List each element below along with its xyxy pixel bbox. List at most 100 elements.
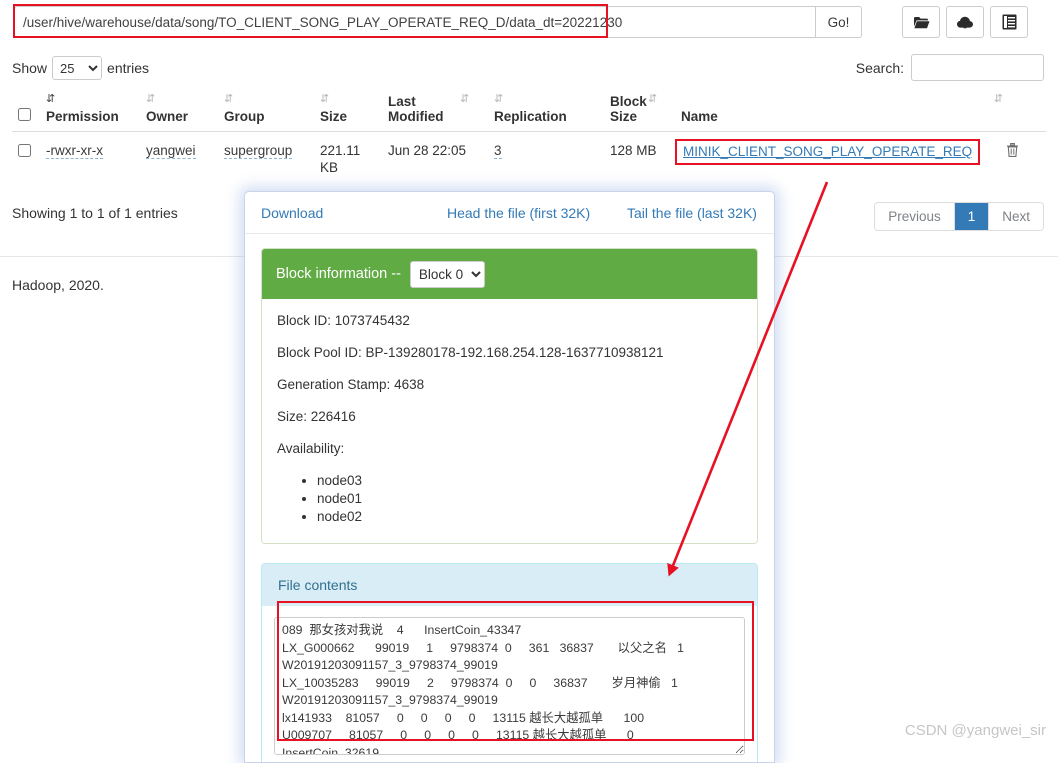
file-contents-title: File contents	[278, 577, 358, 593]
size-value: 221.11 KB	[320, 143, 361, 175]
path-bar: Go!	[14, 6, 1044, 38]
sort-icon-last-modified[interactable]: ⇵	[460, 92, 469, 107]
sort-icon-size[interactable]: ⇵	[320, 92, 329, 107]
block-size-value: Size: 226416	[277, 409, 356, 424]
path-input-group: Go!	[14, 6, 862, 38]
row-select-cell	[12, 132, 46, 187]
pagination: Previous 1 Next	[874, 202, 1044, 231]
availability-node: node03	[317, 473, 742, 488]
block-pool-id: Block Pool ID: BP-139280178-192.168.254.…	[277, 345, 664, 360]
block-information-header: Block information -- Block 0	[262, 249, 757, 299]
files-table: ⇵ Permission ⇵ Owner ⇵ Group ⇵ Size ⇵ La…	[12, 92, 1046, 186]
sort-icon-block-size[interactable]: ⇵	[648, 92, 657, 107]
group-value[interactable]: supergroup	[224, 143, 293, 159]
cell-delete	[1006, 132, 1046, 187]
new-directory-icon[interactable]	[902, 6, 940, 38]
sort-icon-name[interactable]: ⇵	[994, 92, 1003, 107]
last-modified-value: Jun 28 22:05	[388, 143, 467, 158]
watermark: CSDN @yangwei_sir	[904, 722, 1046, 739]
path-input[interactable]	[14, 6, 815, 38]
sort-icon-replication[interactable]: ⇵	[494, 92, 503, 107]
availability-node: node02	[317, 509, 742, 524]
sort-icon-permission[interactable]: ⇵	[46, 92, 55, 107]
pagination-previous[interactable]: Previous	[875, 203, 955, 230]
header-select-all	[12, 92, 46, 132]
block-select[interactable]: Block 0	[409, 260, 485, 288]
header-last-modified[interactable]: ⇵ Last Modified	[388, 92, 494, 132]
cell-name: MINIK_CLIENT_SONG_PLAY_OPERATE_REQ	[675, 132, 1006, 187]
cell-size: 221.11 KB	[320, 132, 388, 187]
sort-icon-group[interactable]: ⇵	[224, 92, 233, 107]
header-name[interactable]: ⇵ Name	[681, 92, 1006, 132]
availability-list: node03 node01 node02	[277, 473, 742, 524]
block-size-value: 128 MB	[610, 143, 657, 158]
header-name-label: Name	[681, 109, 718, 124]
table-info: Showing 1 to 1 of 1 entries	[12, 205, 178, 221]
entries-select[interactable]: 2550100	[52, 56, 103, 80]
tail-file-link[interactable]: Tail the file (last 32K)	[627, 205, 757, 221]
entries-label: entries	[107, 60, 150, 76]
permission-value[interactable]: -rwxr-xr-x	[46, 143, 103, 159]
name-highlight-annotation: MINIK_CLIENT_SONG_PLAY_OPERATE_REQ	[675, 139, 981, 165]
owner-value[interactable]: yangwei	[146, 143, 196, 159]
block-information-body: Block ID: 1073745432 Block Pool ID: BP-1…	[262, 299, 757, 543]
head-file-link[interactable]: Head the file (first 32K)	[447, 205, 627, 221]
generation-stamp: Generation Stamp: 4638	[277, 377, 425, 392]
cell-permission: -rwxr-xr-x	[46, 132, 146, 187]
cell-replication: 3	[494, 132, 610, 187]
table-search-control: Search:	[856, 54, 1044, 81]
header-block-size-line2: Size	[610, 109, 638, 124]
files-table-header-row: ⇵ Permission ⇵ Owner ⇵ Group ⇵ Size ⇵ La…	[12, 92, 1046, 132]
file-contents-textarea[interactable]	[274, 617, 745, 755]
cell-owner: yangwei	[146, 132, 224, 187]
files-table-body: -rwxr-xr-x yangwei supergroup 221.11 KB …	[12, 132, 1046, 187]
header-last-modified-line2: Modified	[388, 109, 444, 124]
file-name-link[interactable]: MINIK_CLIENT_SONG_PLAY_OPERATE_REQ	[683, 144, 972, 159]
header-permission[interactable]: ⇵ Permission	[46, 92, 146, 132]
modal-toolbar: Download Head the file (first 32K) Tail …	[245, 192, 774, 234]
files-table-head: ⇵ Permission ⇵ Owner ⇵ Group ⇵ Size ⇵ La…	[12, 92, 1046, 132]
snapshot-icon[interactable]	[990, 6, 1028, 38]
header-group[interactable]: ⇵ Group	[224, 92, 320, 132]
cell-group: supergroup	[224, 132, 320, 187]
block-id: Block ID: 1073745432	[277, 313, 410, 328]
header-last-modified-line1: Last	[388, 94, 416, 109]
download-link[interactable]: Download	[261, 205, 447, 221]
cell-block-size: 128 MB	[610, 132, 681, 187]
header-block-size[interactable]: ⇵ Block Size	[610, 92, 681, 132]
availability-node: node01	[317, 491, 742, 506]
header-owner-label: Owner	[146, 109, 189, 124]
header-block-size-line1: Block	[610, 94, 647, 109]
availability-label: Availability:	[277, 441, 345, 456]
pagination-page-1[interactable]: 1	[954, 203, 990, 230]
row-checkbox[interactable]	[18, 144, 31, 157]
file-contents-body	[262, 606, 757, 762]
file-contents-header: File contents	[262, 564, 757, 606]
sort-icon-owner[interactable]: ⇵	[146, 92, 155, 107]
browser-toolbar	[902, 6, 1028, 38]
header-replication[interactable]: ⇵ Replication	[494, 92, 610, 132]
show-label: Show	[12, 60, 48, 76]
search-input[interactable]	[911, 54, 1044, 81]
header-owner[interactable]: ⇵ Owner	[146, 92, 224, 132]
delete-icon[interactable]	[1006, 142, 1019, 161]
header-permission-label: Permission	[46, 109, 119, 124]
table-length-control: Show 2550100 entries	[12, 56, 149, 80]
cell-last-modified: Jun 28 22:05	[388, 132, 494, 187]
block-information-panel: Block information -- Block 0 Block ID: 1…	[261, 248, 758, 544]
replication-value[interactable]: 3	[494, 143, 502, 159]
file-info-modal: Download Head the file (first 32K) Tail …	[244, 191, 775, 763]
file-contents-panel: File contents	[261, 563, 758, 762]
search-label: Search:	[855, 59, 904, 76]
upload-icon[interactable]	[946, 6, 984, 38]
header-group-label: Group	[224, 109, 265, 124]
table-row: -rwxr-xr-x yangwei supergroup 221.11 KB …	[12, 132, 1046, 187]
pagination-next[interactable]: Next	[989, 203, 1043, 230]
select-all-checkbox[interactable]	[18, 108, 31, 121]
copyright-text: Hadoop, 2020.	[12, 277, 104, 293]
header-size-label: Size	[320, 109, 348, 124]
header-size[interactable]: ⇵ Size	[320, 92, 388, 132]
header-delete	[1006, 92, 1046, 132]
block-information-title: Block information --	[276, 266, 401, 282]
go-button[interactable]: Go!	[815, 6, 862, 38]
